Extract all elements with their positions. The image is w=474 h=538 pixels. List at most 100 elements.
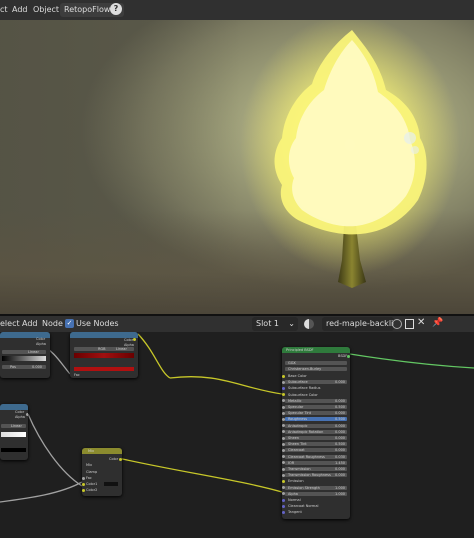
bsdf-input-row[interactable]: Transmission Roughness 0.000 (282, 473, 347, 478)
bsdf-input-label: Tangent (288, 510, 302, 515)
interp-dropdown[interactable]: Linear (2, 350, 46, 354)
bsdf-input-row[interactable]: Emission Strength 1.000 (282, 485, 347, 490)
add-menu[interactable]: Add (12, 3, 28, 17)
bsdf-input-label: Subsurface (288, 380, 308, 385)
bsdf-input-row[interactable]: Clearcoat Normal (282, 504, 347, 509)
bsdf-output-socket[interactable] (347, 355, 350, 358)
bsdf-input-row[interactable]: Clearcoat Roughness 0.030 (282, 454, 347, 459)
color-ramp-node-mid[interactable]: Color Alpha Linear (0, 404, 28, 460)
bsdf-input-row[interactable]: Specular Tint 0.000 (282, 411, 347, 416)
bsdf-input-socket[interactable] (282, 467, 285, 471)
slot-dropdown[interactable]: Slot 1 ⌄ (252, 317, 298, 331)
bsdf-input-row[interactable]: IOR 1.450 (282, 460, 347, 465)
bsdf-input-row[interactable]: Anisotropic 0.000 (282, 423, 347, 428)
bsdf-input-row[interactable]: Normal (282, 498, 347, 502)
bsdf-input-socket[interactable] (282, 461, 285, 465)
bsdf-input-row[interactable]: Subsurface Radius (282, 386, 347, 390)
clamp-checkbox[interactable]: Clamp (86, 470, 97, 474)
bsdf-input-label: Emission (288, 479, 304, 484)
bsdf-input-socket[interactable] (282, 380, 285, 384)
bsdf-input-row[interactable]: Metallic 0.000 (282, 398, 347, 403)
fac-socket[interactable] (82, 477, 85, 480)
color2-socket[interactable] (82, 489, 85, 492)
color-swatch[interactable] (1, 448, 26, 452)
bsdf-input-socket[interactable] (282, 436, 285, 440)
bsdf-input-row[interactable]: Roughness 0.500 (282, 417, 347, 422)
retopoflow-label: RetopoFlow (64, 5, 111, 14)
bsdf-input-socket[interactable] (282, 374, 285, 378)
bsdf-input-row[interactable]: Tangent (282, 510, 347, 515)
bsdf-output-label: BSDF (338, 354, 348, 358)
slot-label: Slot 1 (256, 319, 279, 328)
material-sphere-icon[interactable] (304, 319, 314, 329)
principled-bsdf-node[interactable]: Principled BSDF BSDF GGX Christensen-Bur… (282, 347, 350, 519)
node-canvas[interactable]: Color Alpha Linear Pos 0.000 Color Alpha … (0, 332, 474, 538)
node-header: Principled BSDF (282, 347, 350, 353)
ramp-gradient[interactable] (74, 353, 134, 358)
bsdf-input-socket[interactable] (282, 386, 285, 390)
bsdf-input-row[interactable]: Subsurface 0.000 (282, 380, 347, 385)
bsdf-input-value: 0.000 (335, 411, 346, 416)
bsdf-input-socket[interactable] (282, 510, 285, 514)
checkbox-checked-icon[interactable]: ✓ (65, 319, 74, 328)
duplicate-material-icon[interactable] (405, 319, 414, 329)
bsdf-input-row[interactable]: Subsurface Color (282, 393, 347, 397)
bsdf-input-socket[interactable] (282, 479, 285, 483)
bsdf-input-socket[interactable] (282, 411, 285, 415)
interp-dropdown[interactable]: Linear (1, 424, 26, 428)
bsdf-input-row[interactable]: Alpha 1.000 (282, 491, 347, 496)
bsdf-input-socket[interactable] (282, 455, 285, 459)
bsdf-input-label: Clearcoat Normal (288, 504, 319, 509)
bsdf-input-row[interactable]: Base Color (282, 374, 347, 378)
pos-field[interactable]: Pos 0.000 (2, 365, 46, 369)
bsdf-input-socket[interactable] (282, 486, 285, 490)
3d-viewport[interactable] (0, 20, 474, 314)
ramp-gradient[interactable] (1, 432, 26, 437)
color1-swatch[interactable] (104, 482, 118, 486)
bsdf-input-row[interactable]: Sheen Tint 0.500 (282, 442, 347, 447)
ramp-gradient[interactable] (2, 356, 46, 361)
interp-label: Linear (11, 424, 22, 428)
output-socket[interactable] (133, 338, 136, 341)
bsdf-input-row[interactable]: Specular 0.500 (282, 405, 347, 409)
bsdf-input-row[interactable]: Clearcoat 0.000 (282, 448, 347, 453)
bsdf-input-socket[interactable] (282, 430, 285, 434)
bsdf-input-row[interactable]: Transmission 0.000 (282, 467, 347, 471)
bsdf-input-socket[interactable] (282, 442, 285, 446)
close-icon[interactable]: ✕ (417, 317, 425, 328)
color-swatch[interactable] (74, 367, 134, 371)
material-name-field[interactable]: red-maple-backlight... (322, 317, 394, 331)
output-socket[interactable] (26, 413, 28, 416)
help-icon[interactable]: ? (110, 3, 122, 15)
bsdf-input-socket[interactable] (282, 504, 285, 508)
bsdf-input-socket[interactable] (282, 498, 285, 502)
bsdf-input-label: Clearcoat (288, 448, 305, 453)
bsdf-input-socket[interactable] (282, 492, 285, 496)
distribution-dropdown[interactable]: GGX (285, 361, 347, 365)
select-menu[interactable]: elect (0, 317, 20, 331)
bsdf-input-socket[interactable] (282, 399, 285, 403)
bsdf-input-row[interactable]: Sheen 0.000 (282, 436, 347, 440)
bsdf-input-socket[interactable] (282, 405, 285, 409)
object-menu[interactable]: Object (33, 3, 59, 17)
bsdf-input-socket[interactable] (282, 448, 285, 452)
select-menu[interactable]: ct (0, 3, 8, 17)
sss-method-dropdown[interactable]: Christensen-Burley (285, 367, 347, 371)
fake-user-shield-icon[interactable] (392, 319, 402, 329)
color1-socket[interactable] (82, 483, 85, 486)
mix-node[interactable]: Mix Color Mix Clamp Fac Color1 Color2 (82, 448, 122, 496)
bsdf-input-socket[interactable] (282, 473, 285, 477)
bsdf-input-socket[interactable] (282, 417, 285, 421)
bsdf-input-socket[interactable] (282, 424, 285, 428)
add-menu[interactable]: Add (22, 317, 38, 331)
color-ramp-node[interactable]: Color Alpha RGB Linear Fac (70, 332, 138, 378)
color-ramp-node-left[interactable]: Color Alpha Linear Pos 0.000 (0, 332, 50, 378)
bsdf-input-row[interactable]: Anisotropic Rotation 0.000 (282, 429, 347, 434)
node-menu[interactable]: Node (42, 317, 63, 331)
mode-dropdown[interactable]: RGB Linear (74, 347, 134, 351)
bsdf-input-socket[interactable] (282, 393, 285, 397)
bsdf-input-row[interactable]: Emission (282, 479, 347, 484)
bsdf-input-label: Sheen (288, 436, 299, 440)
output-socket[interactable] (119, 458, 122, 461)
pin-icon[interactable]: 📌 (432, 318, 443, 328)
